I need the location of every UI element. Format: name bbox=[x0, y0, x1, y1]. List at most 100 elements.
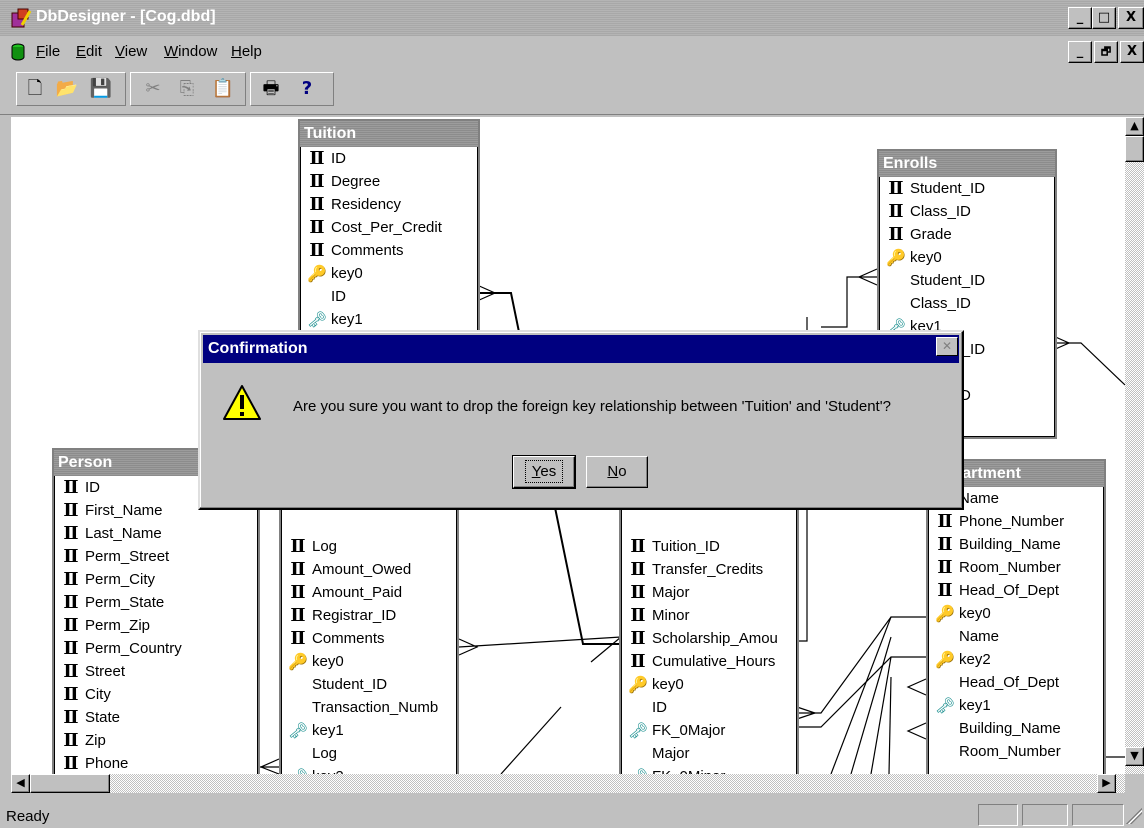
column-row[interactable]: Ⅱ Log bbox=[282, 535, 456, 558]
column-row[interactable]: Ⅱ Zip bbox=[55, 729, 257, 752]
column-row[interactable]: Ⅱ Head_Of_Dept bbox=[929, 579, 1103, 602]
column-row[interactable]: Ⅱ Perm_Zip bbox=[55, 614, 257, 637]
scroll-up-icon[interactable]: ▲ bbox=[1125, 117, 1144, 136]
column-row[interactable]: Ⅱ Tuition_ID bbox=[622, 535, 796, 558]
cut-icon[interactable]: ✂ bbox=[141, 75, 165, 103]
index-column-row[interactable]: Name bbox=[929, 625, 1103, 648]
status-panel bbox=[1022, 804, 1068, 826]
help-icon[interactable]: ? bbox=[295, 75, 319, 103]
column-row[interactable]: Ⅱ Grade bbox=[880, 223, 1054, 246]
column-row[interactable]: Ⅱ ID bbox=[301, 147, 477, 170]
yes-button[interactable]: Yes bbox=[512, 455, 576, 489]
key-row[interactable]: 🔑 key0 bbox=[301, 262, 477, 285]
vertical-scroll-thumb[interactable] bbox=[1125, 136, 1144, 162]
column-row[interactable]: Ⅱ Registrar_ID bbox=[282, 604, 456, 627]
column-row[interactable]: Ⅱ Transfer_Credits bbox=[622, 558, 796, 581]
key-row[interactable]: 🗝 key1 bbox=[929, 694, 1103, 717]
vertical-scrollbar[interactable]: ▲ ▼ bbox=[1125, 117, 1144, 774]
scroll-right-icon[interactable]: ▶ bbox=[1097, 774, 1116, 793]
menu-help[interactable]: Help bbox=[231, 43, 262, 60]
row-label: City bbox=[85, 686, 111, 703]
key-row[interactable]: 🔑 key0 bbox=[880, 246, 1054, 269]
dialog-close-button[interactable]: ✕ bbox=[936, 337, 958, 356]
column-row[interactable]: Ⅱ Class_ID bbox=[880, 200, 1054, 223]
open-icon[interactable]: 📂 bbox=[55, 75, 79, 103]
column-row[interactable]: Ⅱ City bbox=[55, 683, 257, 706]
index-column-row[interactable]: ID bbox=[301, 285, 477, 308]
index-column-row[interactable]: Student_ID bbox=[880, 269, 1054, 292]
key-row[interactable]: 🗝 key1 bbox=[282, 719, 456, 742]
column-row[interactable]: Ⅱ Phone_Number bbox=[929, 510, 1103, 533]
menu-window[interactable]: Window bbox=[164, 43, 217, 60]
table-student[interactable]: Ⅱ Tuition_ID Ⅱ Transfer_Credits Ⅱ Major Ⅱ Minor… bbox=[619, 467, 799, 774]
table-account[interactable]: Ⅱ Log Ⅱ Amount_Owed Ⅱ Amount_Paid Ⅱ Registrar_I… bbox=[279, 467, 459, 774]
column-row[interactable]: Ⅱ Student_ID bbox=[880, 177, 1054, 200]
index-column-row[interactable]: Building_Name bbox=[929, 717, 1103, 740]
title-bar[interactable]: DbDesigner - [Cog.dbd] _ □ X bbox=[0, 0, 1144, 36]
index-column-row[interactable]: Log bbox=[282, 742, 456, 765]
column-row[interactable]: Ⅱ Room_Number bbox=[929, 556, 1103, 579]
column-row[interactable]: Ⅱ State bbox=[55, 706, 257, 729]
index-column-row[interactable]: Transaction_Numb bbox=[282, 696, 456, 719]
column-row[interactable]: Ⅱ Residency bbox=[301, 193, 477, 216]
column-row[interactable]: Ⅱ Amount_Paid bbox=[282, 581, 456, 604]
child-close-button[interactable]: X bbox=[1120, 41, 1144, 63]
minimize-button[interactable]: _ bbox=[1068, 7, 1092, 29]
scroll-down-icon[interactable]: ▼ bbox=[1125, 747, 1144, 766]
column-row[interactable]: Ⅱ Comments bbox=[301, 239, 477, 262]
copy-icon[interactable]: ⎘ bbox=[175, 75, 199, 103]
close-button[interactable]: X bbox=[1118, 7, 1144, 29]
column-row[interactable]: Ⅱ Perm_Country bbox=[55, 637, 257, 660]
menu-file[interactable]: File bbox=[36, 43, 60, 60]
print-icon[interactable]: 🖶 bbox=[259, 75, 283, 103]
app-icon[interactable] bbox=[10, 7, 32, 29]
column-row[interactable]: Ⅱ Perm_City bbox=[55, 568, 257, 591]
index-column-row[interactable]: Student_ID bbox=[282, 673, 456, 696]
key-row[interactable]: 🗝 FK_0Major bbox=[622, 719, 796, 742]
column-row[interactable]: Ⅱ Scholarship_Amou bbox=[622, 627, 796, 650]
column-row[interactable]: Ⅱ Phone bbox=[55, 752, 257, 774]
child-restore-button[interactable]: 🗗 bbox=[1094, 41, 1118, 63]
row-label: Comments bbox=[312, 630, 385, 647]
column-row[interactable]: Ⅱ Perm_Street bbox=[55, 545, 257, 568]
maximize-button[interactable]: □ bbox=[1092, 7, 1116, 29]
key-row[interactable]: 🔑 key2 bbox=[929, 648, 1103, 671]
key-row[interactable]: 🗝key2 bbox=[282, 765, 456, 774]
column-row[interactable]: Ⅱ Major bbox=[622, 581, 796, 604]
menu-view[interactable]: View bbox=[115, 43, 147, 60]
column-row[interactable]: Ⅱ Perm_State bbox=[55, 591, 257, 614]
column-row[interactable]: Ⅱ Cost_Per_Credit bbox=[301, 216, 477, 239]
key-row[interactable]: 🔑 key0 bbox=[929, 602, 1103, 625]
key-row[interactable]: 🗝 key1 bbox=[301, 308, 477, 331]
index-column-row[interactable]: Major bbox=[622, 742, 796, 765]
dialog-title[interactable]: Confirmation bbox=[203, 335, 959, 363]
key-row[interactable]: 🗝FK_0Minor bbox=[622, 765, 796, 774]
index-column-row[interactable]: Head_Of_Dept bbox=[929, 671, 1103, 694]
column-row[interactable]: Ⅱ Comments bbox=[282, 627, 456, 650]
column-row[interactable]: Ⅱ Building_Name bbox=[929, 533, 1103, 556]
scroll-left-icon[interactable]: ◀ bbox=[11, 774, 30, 793]
index-column-row[interactable]: Class_ID bbox=[880, 292, 1054, 315]
column-row[interactable]: Ⅱ Street bbox=[55, 660, 257, 683]
size-grip[interactable] bbox=[1126, 808, 1142, 824]
column-row[interactable]: Ⅱ Amount_Owed bbox=[282, 558, 456, 581]
table-tuition[interactable]: Tuition Ⅱ ID Ⅱ Degree Ⅱ Residency Ⅱ Cost_Per_Cr… bbox=[298, 119, 480, 359]
column-row[interactable]: Ⅱ Cumulative_Hours bbox=[622, 650, 796, 673]
column-row[interactable]: Ⅱ Minor bbox=[622, 604, 796, 627]
horizontal-scroll-thumb[interactable] bbox=[30, 774, 110, 793]
column-row[interactable]: Ⅱ Last_Name bbox=[55, 522, 257, 545]
no-button[interactable]: No bbox=[586, 456, 648, 488]
column-row[interactable]: Ⅱ Degree bbox=[301, 170, 477, 193]
key-row[interactable]: 🔑 key0 bbox=[282, 650, 456, 673]
index-column-row[interactable]: ID bbox=[622, 696, 796, 719]
column-icon: Ⅱ bbox=[63, 592, 79, 613]
key-row[interactable]: 🔑 key0 bbox=[622, 673, 796, 696]
save-icon[interactable]: 💾 bbox=[89, 75, 113, 103]
horizontal-scrollbar[interactable]: ◀ ▶ bbox=[11, 774, 1125, 793]
database-icon[interactable] bbox=[10, 43, 26, 61]
child-minimize-button[interactable]: _ bbox=[1068, 41, 1092, 63]
new-icon[interactable]: 🗋 bbox=[23, 75, 47, 103]
index-column-row[interactable]: Room_Number bbox=[929, 740, 1103, 763]
paste-icon[interactable]: 📋 bbox=[211, 75, 235, 103]
menu-edit[interactable]: Edit bbox=[76, 43, 102, 60]
